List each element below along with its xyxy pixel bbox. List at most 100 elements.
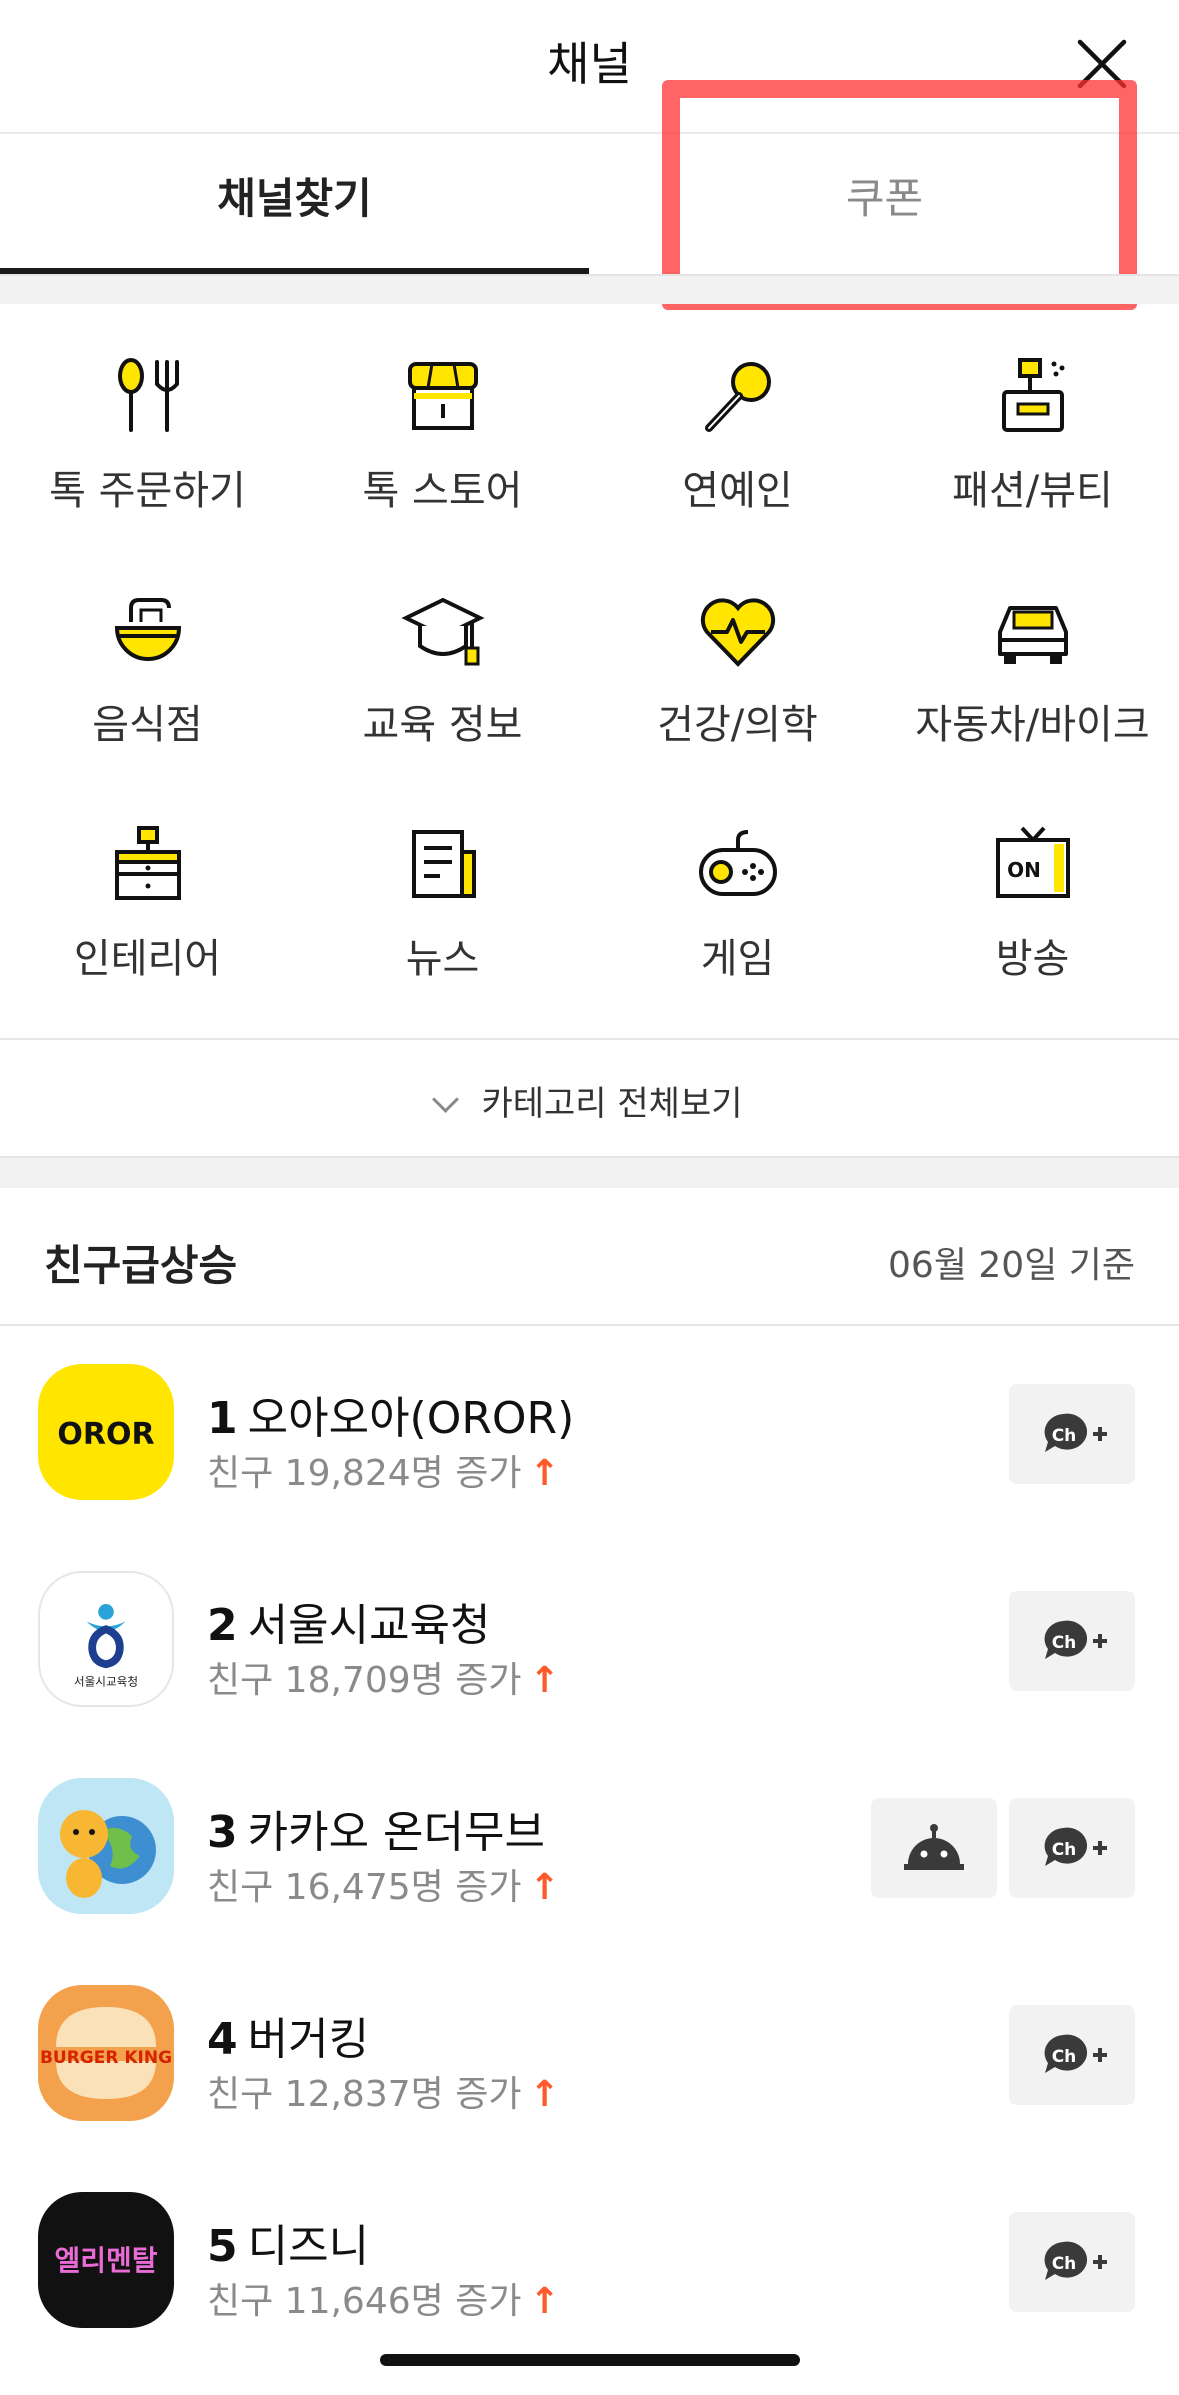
svg-text:Ch: Ch bbox=[1052, 2047, 1077, 2067]
category-item[interactable]: 자동차/바이크 bbox=[885, 588, 1179, 750]
home-indicator[interactable] bbox=[380, 2354, 800, 2366]
channel-title: 서울시교육청 bbox=[247, 1600, 491, 1651]
more-categories-button[interactable]: 카테고리 전체보기 bbox=[0, 1076, 1179, 1125]
more-categories-label: 카테고리 전체보기 bbox=[481, 1084, 743, 1124]
up-arrow-icon: ↑ bbox=[529, 1867, 560, 1908]
bowl-icon bbox=[114, 598, 181, 661]
add-channel-button[interactable]: Ch bbox=[1009, 1384, 1135, 1484]
friend-increase: 친구 16,475명 증가 ↑ bbox=[207, 1858, 560, 1910]
channel-title: 카카오 온더무브 bbox=[247, 1807, 545, 1858]
svg-text:Ch: Ch bbox=[1052, 1426, 1077, 1446]
channel-title: 버거킹 bbox=[247, 2014, 370, 2065]
ranking-row[interactable]: BURGER KING 4 버거킹 친구 12,837명 증가 ↑ Ch bbox=[0, 1955, 1179, 2162]
category-item[interactable]: 뉴스 bbox=[295, 822, 590, 984]
friend-increase-text: 친구 19,824명 증가 bbox=[207, 1453, 522, 1494]
rank-number: 1 bbox=[207, 1393, 238, 1444]
graduation-cap-icon bbox=[400, 597, 485, 666]
car-icon bbox=[997, 606, 1068, 664]
rank-number: 4 bbox=[207, 2014, 238, 2065]
ranking-header: 친구급상승 06월 20일 기준 bbox=[0, 1188, 1179, 1326]
friend-increase-text: 친구 18,709명 증가 bbox=[207, 1660, 522, 1701]
vanity-icon bbox=[1001, 358, 1064, 432]
logo-text: OROR bbox=[57, 1417, 154, 1452]
channel-name: 2 서울시교육청 bbox=[207, 1589, 491, 1653]
svg-text:ON: ON bbox=[1007, 858, 1041, 882]
chevron-down-icon bbox=[432, 1086, 460, 1113]
channel-logo: 서울시교육청 bbox=[38, 1571, 174, 1707]
store-icon bbox=[407, 362, 478, 430]
up-arrow-icon: ↑ bbox=[529, 1453, 560, 1494]
friend-increase-text: 친구 11,646명 증가 bbox=[207, 2281, 522, 2322]
rank-number: 2 bbox=[207, 1600, 238, 1651]
category-label: 연예인 bbox=[682, 468, 793, 514]
chatbot-button[interactable] bbox=[871, 1798, 997, 1898]
category-item[interactable]: 교육 정보 bbox=[295, 588, 590, 750]
ranking-row[interactable]: 엘리멘탈 5 디즈니 친구 11,646명 증가 ↑ Ch bbox=[0, 2162, 1179, 2369]
channel-add-icon: Ch bbox=[1044, 2034, 1107, 2073]
category-grid: 톡 주문하기 톡 스토어 연예인 패션/뷰티 음식점 교육 정보 건강/의학 자… bbox=[0, 304, 1179, 1038]
logo-text: 서울시교육청 bbox=[74, 1675, 138, 1689]
friend-increase-text: 친구 12,837명 증가 bbox=[207, 2074, 522, 2115]
add-channel-button[interactable]: Ch bbox=[1009, 2005, 1135, 2105]
rank-number: 5 bbox=[207, 2221, 238, 2272]
microphone-icon bbox=[704, 362, 771, 432]
up-arrow-icon: ↑ bbox=[529, 1660, 560, 1701]
add-channel-button[interactable]: Ch bbox=[1009, 2212, 1135, 2312]
channel-logo: OROR bbox=[38, 1364, 174, 1500]
friend-increase-text: 친구 16,475명 증가 bbox=[207, 1867, 522, 1908]
category-item[interactable]: 톡 주문하기 bbox=[0, 354, 295, 516]
category-label: 뉴스 bbox=[405, 936, 480, 982]
add-channel-button[interactable]: Ch bbox=[1009, 1591, 1135, 1691]
logo-text: 엘리멘탈 bbox=[54, 2244, 157, 2277]
add-channel-button[interactable]: Ch bbox=[1009, 1798, 1135, 1898]
ranking-row[interactable]: OROR 1 오아오아(OROR) 친구 19,824명 증가 ↑ Ch bbox=[0, 1334, 1179, 1541]
channel-title: 오아오아(OROR) bbox=[247, 1393, 575, 1444]
section-divider bbox=[0, 274, 1179, 304]
svg-text:Ch: Ch bbox=[1052, 2254, 1077, 2274]
ranking-date: 06월 20일 기준 bbox=[888, 1245, 1135, 1286]
tv-on-icon: ON bbox=[995, 826, 1070, 898]
channel-logo: BURGER KING bbox=[38, 1985, 174, 2121]
category-item[interactable]: 건강/의학 bbox=[590, 588, 885, 750]
channel-name: 1 오아오아(OROR) bbox=[207, 1382, 574, 1446]
rank-number: 3 bbox=[207, 1807, 238, 1858]
channel-add-icon: Ch bbox=[1044, 1827, 1107, 1866]
gamepad-icon bbox=[698, 830, 777, 896]
svg-text:Ch: Ch bbox=[1052, 1633, 1077, 1653]
category-item[interactable]: 인테리어 bbox=[0, 822, 295, 984]
svg-text:Ch: Ch bbox=[1052, 1840, 1077, 1860]
channel-logo: 엘리멘탈 bbox=[38, 2192, 174, 2328]
up-arrow-icon: ↑ bbox=[529, 2281, 560, 2322]
section-divider bbox=[0, 1156, 1179, 1188]
channel-add-icon: Ch bbox=[1044, 1620, 1107, 1659]
category-item[interactable]: 패션/뷰티 bbox=[885, 354, 1179, 516]
more-categories-bar: 카테고리 전체보기 bbox=[0, 1038, 1179, 1158]
category-item[interactable]: 게임 bbox=[590, 822, 885, 984]
friend-increase: 친구 11,646명 증가 ↑ bbox=[207, 2272, 560, 2324]
drawer-lamp-icon bbox=[114, 826, 181, 900]
channel-add-icon: Ch bbox=[1044, 2241, 1107, 2280]
channel-name: 5 디즈니 bbox=[207, 2210, 369, 2274]
category-label: 게임 bbox=[700, 936, 775, 982]
category-item[interactable]: 연예인 bbox=[590, 354, 885, 516]
ranking-row[interactable]: 3 카카오 온더무브 친구 16,475명 증가 ↑ Ch bbox=[0, 1748, 1179, 1955]
channel-name: 3 카카오 온더무브 bbox=[207, 1796, 545, 1860]
category-item[interactable]: 음식점 bbox=[0, 588, 295, 750]
category-label: 톡 주문하기 bbox=[49, 468, 246, 514]
category-item[interactable]: ON 방송 bbox=[885, 822, 1179, 984]
category-label: 음식점 bbox=[92, 702, 203, 748]
bot-icon bbox=[904, 1824, 964, 1870]
category-item[interactable]: 톡 스토어 bbox=[295, 354, 590, 516]
category-label: 패션/뷰티 bbox=[952, 468, 1113, 514]
tab-find-channel[interactable]: 채널찾기 bbox=[0, 134, 589, 274]
logo-text: BURGER KING bbox=[40, 2048, 172, 2068]
ranking-row[interactable]: 서울시교육청 2 서울시교육청 친구 18,709명 증가 ↑ Ch bbox=[0, 1541, 1179, 1748]
utensils-icon bbox=[117, 358, 179, 432]
friend-increase: 친구 18,709명 증가 ↑ bbox=[207, 1651, 560, 1703]
newspaper-icon bbox=[411, 830, 476, 898]
up-arrow-icon: ↑ bbox=[529, 2074, 560, 2115]
channel-name: 4 버거킹 bbox=[207, 2003, 369, 2067]
friend-increase: 친구 19,824명 증가 ↑ bbox=[207, 1444, 560, 1496]
category-label: 방송 bbox=[995, 936, 1070, 982]
channel-title: 디즈니 bbox=[247, 2221, 370, 2272]
